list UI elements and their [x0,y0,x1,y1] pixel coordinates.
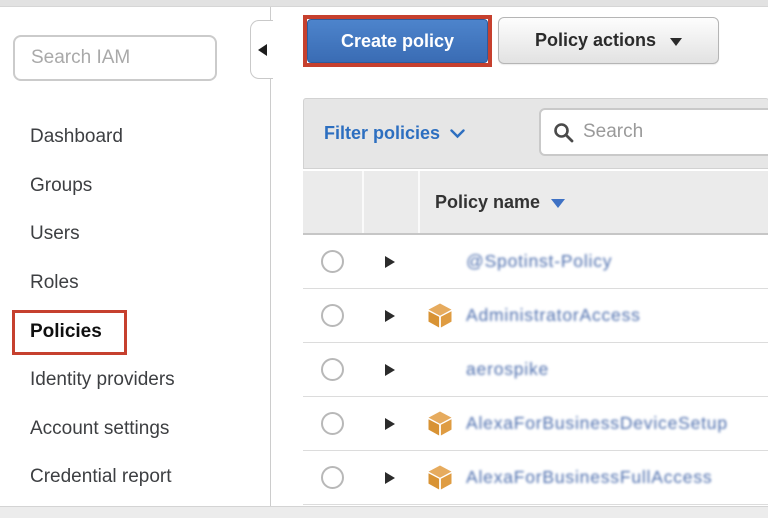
policy-table-row: AlexaForBusinessDeviceSetup [303,397,768,451]
sidebar: DashboardGroupsUsersRolesPoliciesIdentit… [0,7,271,506]
aws-managed-cube-icon [427,410,453,437]
expand-row-right-triangle-icon[interactable] [385,418,395,430]
column-header-policy-name[interactable]: Policy name [418,171,768,233]
header-cell-select [303,171,362,233]
sidebar-nav: DashboardGroupsUsersRolesPoliciesIdentit… [30,113,175,502]
sidebar-collapse-tab[interactable] [250,20,273,79]
policy-name-link[interactable]: @Spotinst-Policy [466,251,612,272]
expand-row-right-triangle-icon[interactable] [385,472,395,484]
filter-policies-label: Filter policies [324,123,440,144]
sidebar-item-account-settings[interactable]: Account settings [30,405,175,454]
sidebar-item-roles[interactable]: Roles [30,259,175,308]
aws-managed-cube-icon [427,464,453,491]
bottom-chrome-strip [0,506,768,518]
policy-name-link[interactable]: AlexaForBusinessFullAccess [466,467,712,488]
iam-console-page: DashboardGroupsUsersRolesPoliciesIdentit… [0,0,768,518]
policy-name-header-label: Policy name [435,192,540,213]
policy-table-row: @Spotinst-Policy [303,235,768,289]
filter-bar: Filter policies [303,98,768,169]
expand-row-right-triangle-icon[interactable] [385,256,395,268]
row-radio-button[interactable] [321,466,344,489]
magnifier-icon [553,122,574,143]
policy-table-header: Policy name [303,171,768,235]
sidebar-item-policies[interactable]: Policies [30,307,175,356]
caret-down-icon [670,38,682,46]
row-radio-button[interactable] [321,412,344,435]
policy-search-box [539,108,768,156]
policy-table-row: aerospike [303,343,768,397]
sort-caret-down-icon [551,199,565,208]
sidebar-item-credential-report[interactable]: Credential report [30,453,175,502]
search-iam-input[interactable] [13,35,217,81]
policy-actions-button[interactable]: Policy actions [498,17,719,64]
policy-table-body: @Spotinst-Policy AdministratorAccess [303,235,768,505]
expand-row-right-triangle-icon[interactable] [385,310,395,322]
expand-row-right-triangle-icon[interactable] [385,364,395,376]
annotation-box-create-policy: Create policy [303,15,492,67]
collapse-left-triangle-icon [258,44,267,56]
create-policy-button[interactable]: Create policy [307,19,488,63]
policy-name-link[interactable]: AlexaForBusinessDeviceSetup [466,413,728,434]
policy-name-link[interactable]: AdministratorAccess [466,305,641,326]
sidebar-item-users[interactable]: Users [30,210,175,259]
policy-table-row: AlexaForBusinessFullAccess [303,451,768,505]
chevron-down-icon [450,129,465,139]
sidebar-item-groups[interactable]: Groups [30,162,175,211]
policy-table-row: AdministratorAccess [303,289,768,343]
main-content: Create policy Policy actions Filter poli… [303,0,768,506]
policy-name-link[interactable]: aerospike [466,359,549,380]
aws-managed-cube-icon [427,302,453,329]
filter-policies-dropdown[interactable]: Filter policies [324,99,465,168]
header-cell-expand [362,171,418,233]
policy-search-input[interactable] [583,121,768,143]
row-radio-button[interactable] [321,304,344,327]
policy-actions-label: Policy actions [535,30,656,51]
row-radio-button[interactable] [321,358,344,381]
sidebar-item-dashboard[interactable]: Dashboard [30,113,175,162]
sidebar-item-identity-providers[interactable]: Identity providers [30,356,175,405]
row-radio-button[interactable] [321,250,344,273]
